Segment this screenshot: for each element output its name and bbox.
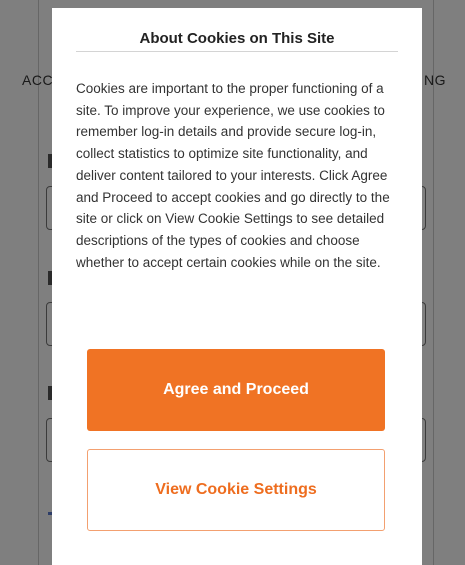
title-divider — [76, 51, 398, 52]
view-cookie-settings-button[interactable]: View Cookie Settings — [87, 449, 385, 531]
cookie-consent-dialog: About Cookies on This Site Cookies are i… — [52, 8, 422, 565]
dialog-title: About Cookies on This Site — [139, 30, 335, 47]
agree-and-proceed-button[interactable]: Agree and Proceed — [87, 349, 385, 431]
dialog-body-text: Cookies are important to the proper func… — [76, 81, 390, 270]
